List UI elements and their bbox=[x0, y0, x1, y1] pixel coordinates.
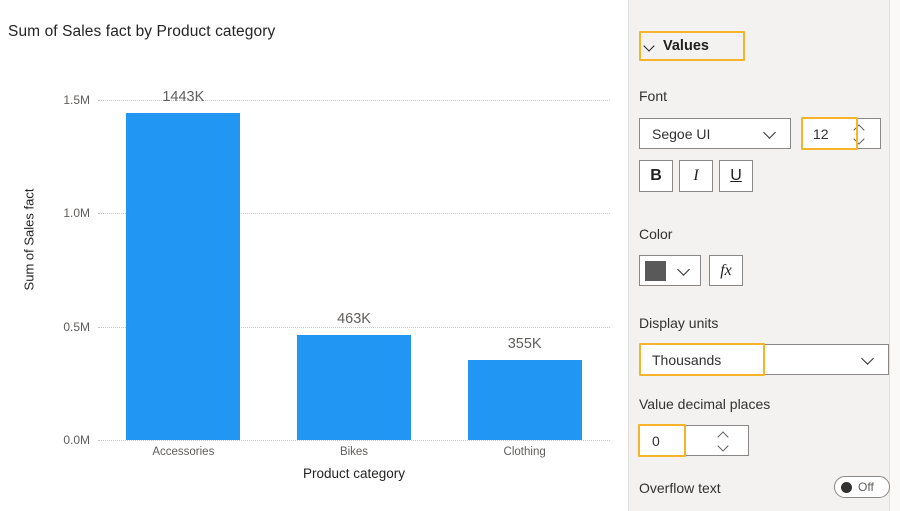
x-axis-title: Product category bbox=[302, 466, 406, 481]
decimal-places-value: 0 bbox=[652, 433, 660, 449]
font-size-stepper[interactable] bbox=[852, 123, 872, 145]
font-size-value: 12 bbox=[813, 126, 829, 142]
display-units-dropdown[interactable]: Thousands bbox=[639, 344, 889, 375]
section-header-label: Values bbox=[663, 38, 709, 54]
y-axis-title: Sum of Sales fact bbox=[21, 188, 37, 291]
y-axis-tick: 0.0M bbox=[28, 433, 90, 447]
conditional-formatting-fx-button[interactable]: fx bbox=[709, 255, 743, 286]
bar[interactable] bbox=[467, 359, 582, 440]
stepper-up-icon[interactable] bbox=[855, 123, 864, 132]
bar-data-label: 1443K bbox=[162, 88, 205, 105]
y-axis-tick: 1.5M bbox=[28, 93, 90, 107]
decimal-places-stepper[interactable] bbox=[716, 430, 736, 452]
y-axis-tick-label: 0.0M bbox=[63, 433, 90, 447]
y-axis-tick-label: 1.5M bbox=[63, 93, 90, 107]
chevron-down-icon bbox=[862, 354, 874, 366]
y-axis-tick: 0.5M bbox=[28, 320, 90, 334]
stepper-up-icon[interactable] bbox=[719, 430, 728, 439]
stepper-down-icon[interactable] bbox=[719, 442, 728, 451]
y-axis-tick-label: 1.0M bbox=[63, 206, 90, 221]
chevron-down-icon bbox=[764, 128, 776, 140]
chevron-down-icon bbox=[645, 41, 656, 52]
decimal-places-label: Value decimal places bbox=[639, 396, 771, 412]
toggle-state-label: Off bbox=[858, 480, 874, 494]
display-units-value: Thousands bbox=[652, 352, 722, 368]
font-family-dropdown[interactable]: Segoe UI bbox=[639, 118, 791, 149]
italic-button[interactable]: I bbox=[679, 160, 713, 192]
font-label: Font bbox=[639, 88, 668, 104]
format-panel: Values Font Segoe UI 12 B I U Color fx D bbox=[628, 0, 900, 511]
toggle-knob bbox=[841, 481, 852, 493]
gridline bbox=[98, 440, 610, 442]
font-size-input[interactable]: 12 bbox=[801, 118, 881, 149]
section-header-values[interactable]: Values bbox=[639, 31, 745, 61]
chevron-down-icon bbox=[678, 265, 690, 277]
bar-data-label: 463K bbox=[337, 311, 371, 328]
stepper-down-icon[interactable] bbox=[855, 135, 864, 144]
display-units-label: Display units bbox=[639, 315, 719, 331]
color-swatch bbox=[645, 261, 666, 281]
overflow-text-toggle[interactable]: Off bbox=[834, 476, 890, 498]
screen: Sum of Sales fact by Product category 0.… bbox=[0, 0, 900, 511]
overflow-text-label: Overflow text bbox=[639, 480, 721, 496]
font-family-value: Segoe UI bbox=[652, 125, 711, 142]
panel-scrollbar[interactable] bbox=[889, 0, 900, 511]
bar[interactable] bbox=[297, 335, 411, 440]
x-axis-tick-label[interactable]: Bikes bbox=[284, 446, 424, 458]
x-axis-tick-label[interactable]: Clothing bbox=[455, 446, 595, 458]
chart-visual[interactable]: Sum of Sales fact by Product category 0.… bbox=[0, 0, 628, 511]
y-axis-tick-label: 0.5M bbox=[63, 319, 90, 334]
color-label: Color bbox=[639, 226, 673, 242]
underline-button[interactable]: U bbox=[719, 160, 753, 192]
plot-area: 0.0M 0.5M 1.0M 1.5M 1443K 463K 355K Accessori… bbox=[0, 0, 628, 511]
bar[interactable] bbox=[126, 112, 241, 440]
bar-data-label: 355K bbox=[507, 335, 542, 352]
x-axis-tick-label[interactable]: Accessories bbox=[113, 446, 253, 458]
color-dropdown[interactable] bbox=[639, 255, 701, 286]
bold-button[interactable]: B bbox=[639, 160, 673, 192]
decimal-places-input[interactable]: 0 bbox=[639, 425, 749, 456]
y-axis-tick: 1.0M bbox=[28, 206, 90, 220]
